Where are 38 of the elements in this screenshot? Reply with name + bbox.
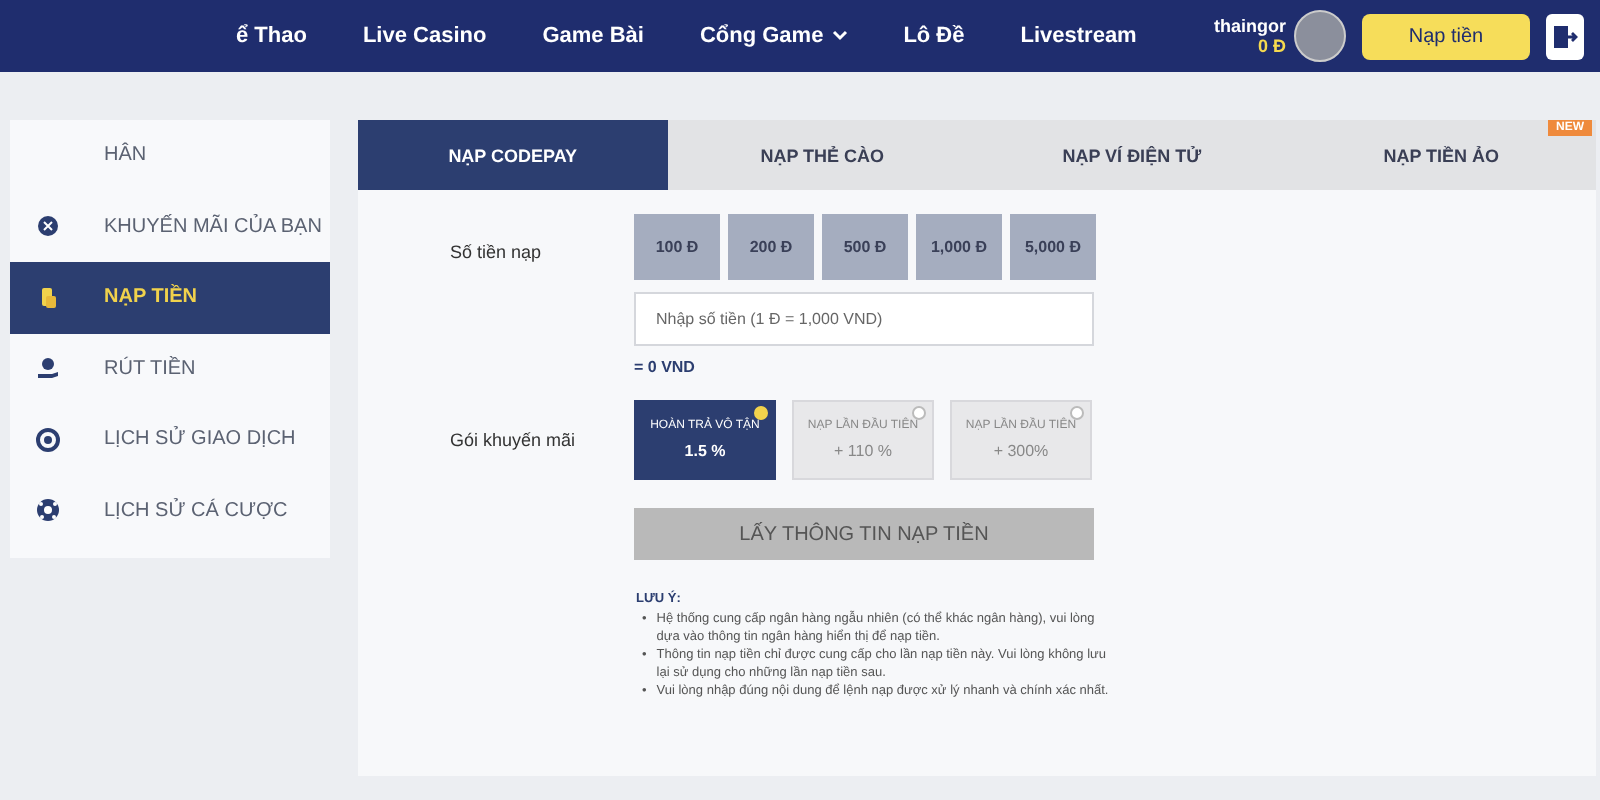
sidebar-item[interactable]: LỊCH SỬ CÁ CƯỢC <box>10 475 330 546</box>
amount-button[interactable]: 5,000 Đ <box>1010 214 1096 280</box>
amount-button[interactable]: 100 Đ <box>634 214 720 280</box>
chevron-down-icon <box>831 30 848 42</box>
username: thaingor <box>1214 16 1286 36</box>
nav-link[interactable]: Lô Đề <box>903 24 965 48</box>
radio-dot <box>1070 406 1084 420</box>
submit-button[interactable]: LẤY THÔNG TIN NẠP TIỀN <box>634 508 1094 560</box>
radio-dot <box>754 406 768 420</box>
avatar[interactable] <box>1294 10 1346 62</box>
sidebar-item[interactable]: NẠP TIỀN <box>10 262 330 333</box>
logout-button[interactable] <box>1546 13 1584 59</box>
amount-button[interactable]: 500 Đ <box>822 214 908 280</box>
nav-link[interactable]: Cổng Game <box>699 24 848 48</box>
door-arrow-icon <box>1552 23 1578 49</box>
radio-dot <box>912 406 926 420</box>
tab[interactable]: NẠP VÍ ĐIỆN TỬ <box>977 120 1287 190</box>
coin-hand-icon <box>36 356 60 381</box>
nav-link[interactable]: Livestream <box>1020 24 1137 48</box>
field-label: Gói khuyến mãi <box>448 430 578 450</box>
tab[interactable]: NẠP THẺ CÀO <box>667 120 977 190</box>
sidebar-item[interactable]: RÚT TIỀN <box>10 333 330 404</box>
converted-amount: = 0 VND <box>634 358 697 376</box>
sidebar-item[interactable]: HÂN <box>10 120 330 191</box>
nav-link[interactable]: Live Casino <box>362 24 487 48</box>
tab[interactable]: NẠP CODEPAY <box>358 120 668 190</box>
soccer-ball-icon <box>36 498 60 523</box>
nav-link[interactable]: ể Thao <box>236 24 307 48</box>
amount-button[interactable]: 200 Đ <box>728 214 814 280</box>
amount-button[interactable]: 1,000 Đ <box>916 214 1002 280</box>
amount-input-field[interactable]: Nhập số tiền (1 Đ = 1,000 VND) <box>634 292 1094 346</box>
sidebar-item[interactable]: KHUYẾN MÃI CỦA BẠN <box>10 191 330 262</box>
hand-icon <box>36 285 60 310</box>
deposit-button[interactable]: Nạp tiền <box>1362 13 1530 59</box>
field-label: Số tiền nạp <box>448 242 544 262</box>
sidebar-item[interactable]: LỊCH SỬ GIAO DỊCH <box>10 404 330 475</box>
nav-link[interactable]: Game Bài <box>542 24 644 48</box>
balance: 0 Đ <box>1257 36 1286 56</box>
